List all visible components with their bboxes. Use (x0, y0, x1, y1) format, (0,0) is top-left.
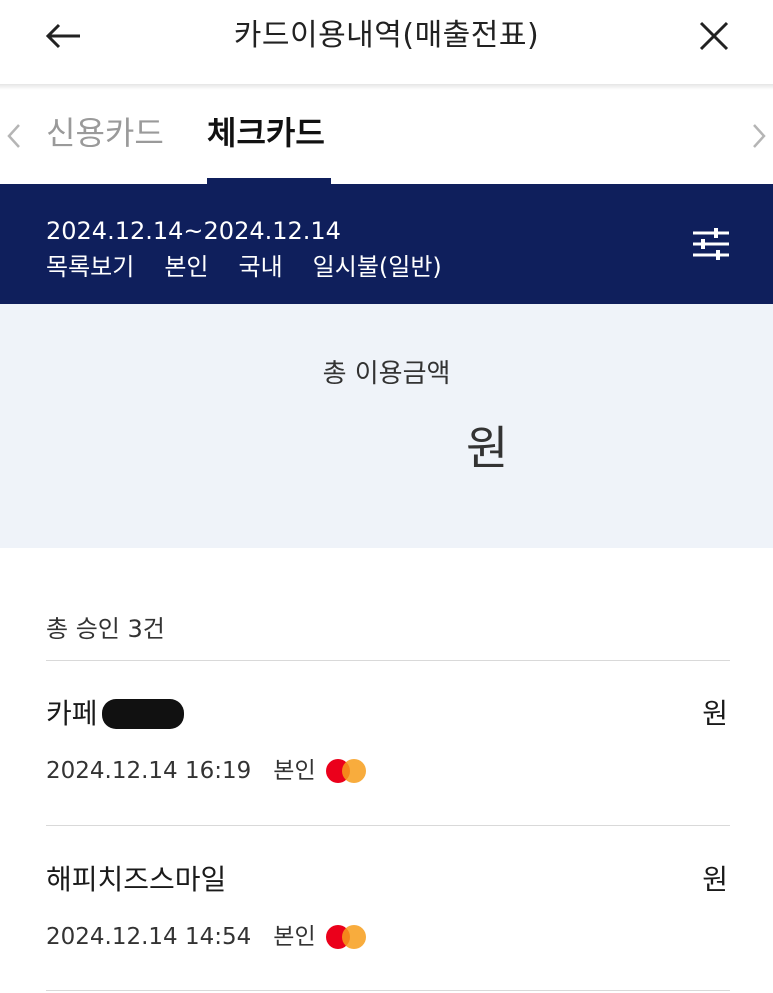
total-amount-label: 총 이용금액 (322, 359, 451, 389)
tab-scroll-right-button[interactable] (747, 116, 771, 156)
sliders-icon (693, 228, 729, 260)
mastercard-icon (325, 758, 368, 784)
tab-check-card[interactable]: 체크카드 (207, 108, 325, 158)
filter-bar: 2024.12.14~2024.12.14 목록보기 본인 국내 일시불(일반) (0, 184, 773, 304)
transaction-meta: 2024.12.14 16:19 본인 (46, 754, 368, 788)
list-divider (46, 990, 730, 991)
filter-settings-button[interactable] (688, 224, 734, 264)
merchant-name: 카페 (46, 694, 184, 734)
filter-payment-type: 일시불(일반) (312, 253, 442, 281)
total-summary: 총 이용금액 원 (0, 304, 773, 548)
period-range: 2024.12.14~2024.12.14 (46, 217, 341, 245)
header-shadow (0, 84, 773, 90)
mastercard-icon (325, 924, 368, 950)
amount-unit: 원 (702, 697, 728, 730)
filter-owner: 본인 (164, 253, 209, 281)
close-button[interactable] (690, 14, 738, 58)
redaction-mark (101, 699, 184, 729)
tab-scroll-left-button[interactable] (2, 116, 26, 156)
list-divider (46, 825, 730, 826)
transaction-datetime: 2024.12.14 16:19 (46, 758, 252, 784)
arrow-left-icon (45, 23, 80, 49)
list-divider (46, 660, 730, 661)
card-owner: 본인 (273, 924, 316, 950)
card-owner: 본인 (273, 758, 316, 784)
transaction-meta: 2024.12.14 14:54 본인 (46, 920, 368, 954)
chevron-right-icon (753, 124, 766, 148)
chevron-left-icon (7, 124, 20, 148)
amount-unit: 원 (702, 863, 728, 896)
back-button[interactable] (40, 14, 88, 58)
merchant-name-text: 해피치즈스마일 (46, 863, 227, 896)
approval-count: 총 승인 3건 (46, 615, 165, 643)
close-icon (699, 21, 729, 51)
filter-summary: 목록보기 본인 국내 일시불(일반) (46, 252, 472, 282)
filter-region: 국내 (238, 253, 283, 281)
merchant-name: 해피치즈스마일 (46, 860, 226, 900)
merchant-name-text: 카페 (46, 697, 98, 730)
tab-credit-card[interactable]: 신용카드 (46, 108, 164, 158)
app-header: 카드이용내역(매출전표) (0, 0, 773, 86)
filter-view-mode: 목록보기 (46, 253, 135, 281)
page-title: 카드이용내역(매출전표) (233, 18, 540, 53)
transaction-datetime: 2024.12.14 14:54 (46, 924, 252, 950)
card-type-tabs: 신용카드 체크카드 (0, 92, 773, 184)
total-amount-unit: 원 (466, 421, 509, 475)
